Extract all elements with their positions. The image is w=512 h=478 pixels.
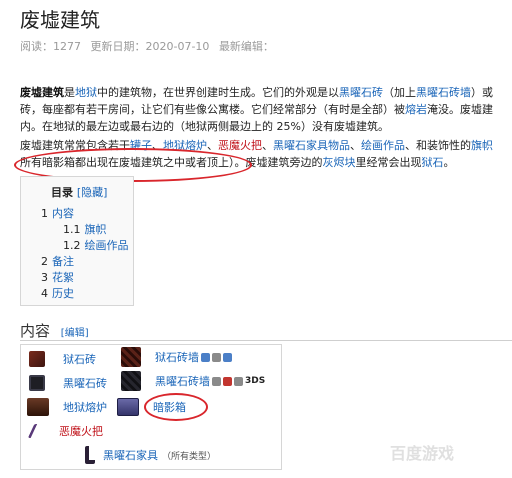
navbox-item-hellstone-brick[interactable]: 狱石砖 <box>29 349 96 369</box>
mobile-platform-icon <box>223 352 232 362</box>
inline-text: 内。在地狱的最左边或最右边的（地狱两侧最边上的 25%）没有废墟建筑。 <box>20 120 389 133</box>
pc-platform-icon <box>201 352 210 362</box>
inline-link[interactable]: 地狱 <box>75 86 97 99</box>
toc-item-content[interactable]: 1 内容 <box>41 205 74 221</box>
read-count: 阅读：1277 <box>20 40 81 53</box>
toc-item-trivia[interactable]: 3 花絮 <box>41 269 74 285</box>
intro-line-2: 砖，每座都有若干房间，让它们有些像公寓楼。它们经常部分（有时是全部）被熔岩淹没。… <box>20 101 512 118</box>
inline-text: 里经常会出现 <box>355 156 422 169</box>
annotation-circle-shadow-chest <box>144 393 208 421</box>
intro-line-3: 内。在地狱的最左边或最右边的（地狱两侧最边上的 25%）没有废墟建筑。 <box>20 118 512 135</box>
toc-hide-link[interactable]: [隐藏] <box>77 186 108 199</box>
inline-text: （加上 <box>383 86 416 99</box>
inline-link[interactable]: 熔岩 <box>405 103 427 116</box>
inline-text: 、 <box>207 139 218 152</box>
demon-torch-icon <box>27 424 47 438</box>
navbox-item-hellstone-brick-wall[interactable]: 狱石砖墙 <box>121 347 232 367</box>
latest-editor: 最新编辑： <box>218 40 274 53</box>
toc-title: 目录 [隐藏] <box>51 186 108 199</box>
navbox-label: 恶魔火把 <box>59 425 103 438</box>
hellforge-icon <box>27 398 49 416</box>
inline-text: ）或 <box>471 86 493 99</box>
console-platform-icon <box>212 352 221 362</box>
hellstone-brick-wall-icon <box>121 347 141 367</box>
navbox-label: 狱石砖墙 <box>155 351 199 364</box>
toc-item-paintings[interactable]: 1.2 绘画作品 <box>63 237 129 253</box>
hellstone-brick-icon <box>29 351 45 367</box>
navbox-item-obsidian-furniture[interactable]: 黑曜石家具 （所有类型） <box>85 445 216 465</box>
inline-link[interactable]: 旗帜 <box>471 139 493 152</box>
intro-line-1: 废墟建筑是地狱中的建筑物，在世界创建时生成。它们的外观是以黑曜石砖（加上黑曜石砖… <box>20 84 512 101</box>
navbox-label: 地狱熔炉 <box>63 401 107 414</box>
section-divider <box>20 340 512 341</box>
inline-link[interactable]: 恶魔火把 <box>218 139 262 152</box>
inline-text: 、 <box>262 139 273 152</box>
navbox-note: （所有类型） <box>162 451 217 462</box>
mobile-platform-icon <box>234 376 243 386</box>
obsidian-brick-icon <box>29 375 45 391</box>
page-title: 废墟建筑 <box>20 8 100 32</box>
section-heading-content: 内容 [编辑] <box>20 322 89 340</box>
toc-item-notes[interactable]: 2 备注 <box>41 253 74 269</box>
navbox-item-demon-torch[interactable]: 恶魔火把 <box>27 421 103 441</box>
inline-link[interactable]: 黑曜石砖墙 <box>416 86 471 99</box>
navbox-item-hellforge[interactable]: 地狱熔炉 <box>27 397 107 417</box>
console-platform-icon <box>212 376 221 386</box>
page-meta: 阅读：1277 更新日期：2020-07-10 最新编辑： <box>20 38 280 54</box>
navbox-label: 黑曜石砖 <box>63 377 107 390</box>
toc-item-history[interactable]: 4 历史 <box>41 285 74 301</box>
update-date: 更新日期：2020-07-10 <box>90 40 210 53</box>
shadow-chest-icon <box>117 398 139 416</box>
obsidian-brick-wall-icon <box>121 371 141 391</box>
navbox-item-obsidian-brick-wall[interactable]: 黑曜石砖墙 3DS <box>121 371 265 391</box>
inline-link[interactable]: 狱石 <box>422 156 444 169</box>
inline-text: 是 <box>64 86 75 99</box>
inline-text: 砖，每座都有若干房间，让它们有些像公寓楼。它们经常部分（有时是全部）被 <box>20 103 405 116</box>
inline-text: 、 <box>350 139 361 152</box>
inline-link[interactable]: 灰烬块 <box>323 156 356 169</box>
inline-text: 。 <box>443 156 455 169</box>
inline-text: 中的建筑物，在世界创建时生成。它们的外观是以 <box>97 86 339 99</box>
navbox-label: 黑曜石砖墙 <box>155 375 210 388</box>
watermark: 百度游戏 <box>390 444 455 463</box>
inline-text: 淹没。废墟建 <box>427 103 493 116</box>
old-gen-platform-icon <box>223 376 232 386</box>
table-of-contents: 目录 [隐藏] 1 内容 1.1 旗帜 1.2 绘画作品 2 备注 3 花絮 4 历史 <box>20 176 134 306</box>
inline-link[interactable]: 黑曜石砖 <box>339 86 383 99</box>
inline-link[interactable]: 绘画作品 <box>361 139 405 152</box>
inline-text: 、和装饰性的 <box>405 139 471 152</box>
navbox-label: 黑曜石家具 <box>103 449 158 462</box>
navbox-item-obsidian-brick[interactable]: 黑曜石砖 <box>29 373 107 393</box>
section-edit-link[interactable]: [编辑] <box>61 328 89 339</box>
obsidian-chair-icon <box>85 446 95 464</box>
inline-link[interactable]: 黑曜石家具物品 <box>273 139 350 152</box>
toc-item-banners[interactable]: 1.1 旗帜 <box>63 221 107 237</box>
3ds-platform-label: 3DS <box>245 376 266 386</box>
inline-text: 废墟建筑 <box>20 86 64 99</box>
navbox-label: 狱石砖 <box>63 353 96 366</box>
